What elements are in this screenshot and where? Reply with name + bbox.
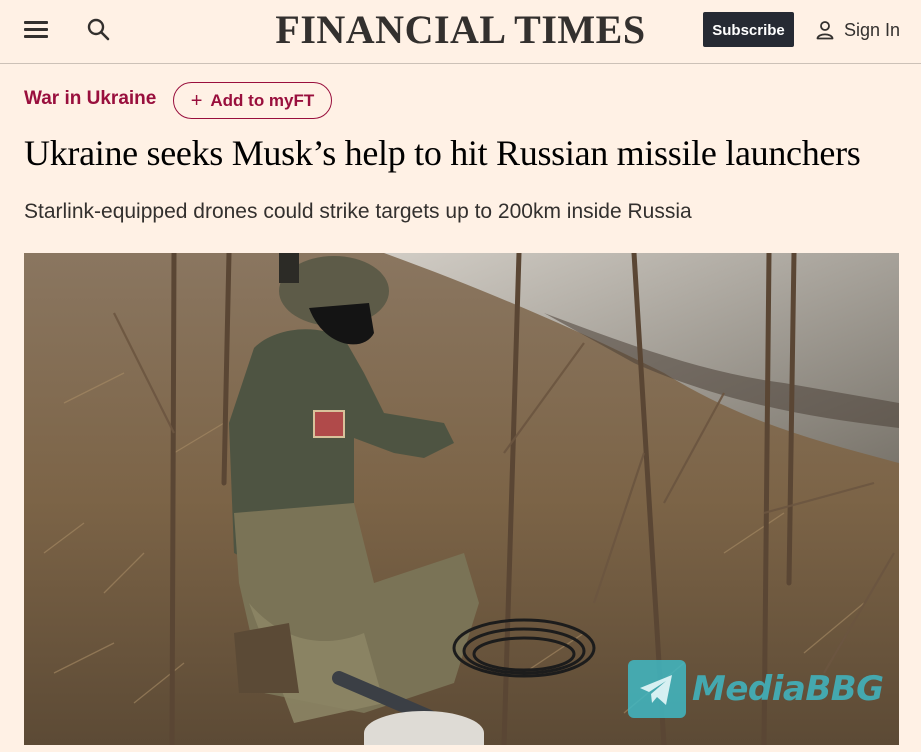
subscribe-button[interactable]: Subscribe — [703, 12, 794, 47]
sign-in-label: Sign In — [844, 19, 901, 40]
search-icon[interactable] — [86, 17, 112, 43]
article-standfirst: Starlink-equipped drones could strike ta… — [24, 200, 692, 223]
ft-masthead-logo[interactable]: FINANCIAL TIMES — [275, 7, 645, 52]
top-navigation-bar: FINANCIAL TIMES Subscribe Sign In — [0, 0, 921, 64]
user-icon — [816, 21, 834, 40]
plus-icon: + — [190, 89, 203, 112]
watermark-text: MediaBBG — [692, 669, 884, 709]
mediabbg-watermark: MediaBBG — [628, 660, 884, 718]
add-to-myft-label: Add to myFT — [210, 90, 315, 110]
sign-in-link[interactable]: Sign In — [815, 16, 900, 44]
article-headline: Ukraine seeks Musk’s help to hit Russian… — [24, 133, 861, 173]
hamburger-menu-icon[interactable] — [24, 17, 50, 41]
telegram-icon — [628, 660, 686, 718]
add-to-myft-button[interactable]: + Add to myFT — [173, 82, 332, 119]
topic-link[interactable]: War in Ukraine — [24, 88, 156, 110]
